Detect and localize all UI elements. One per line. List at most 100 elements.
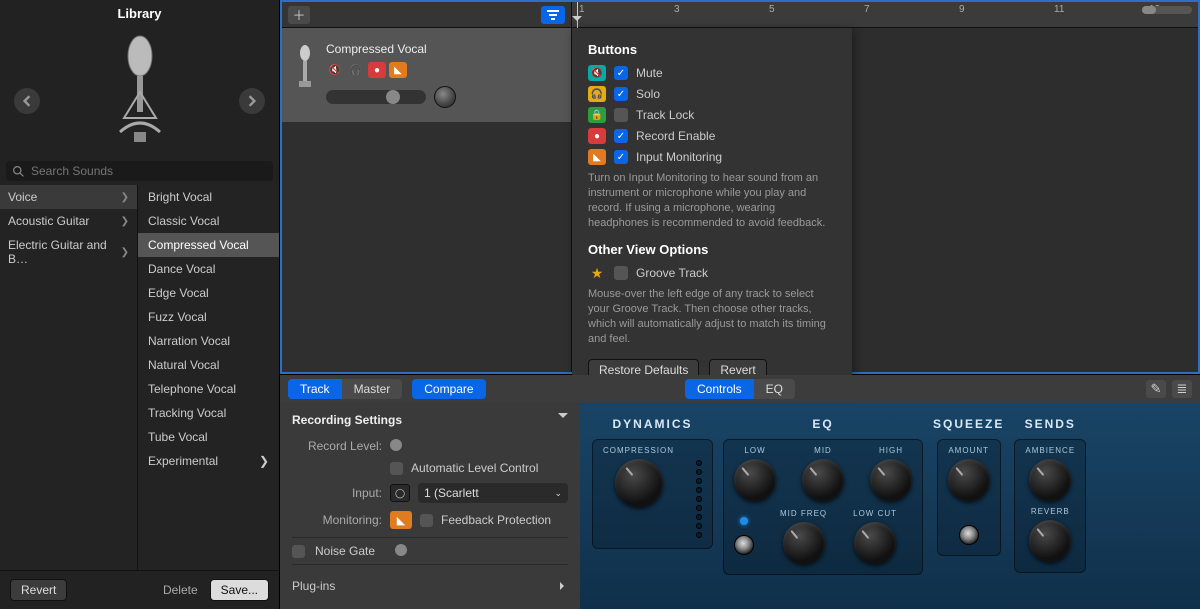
noise-gate-slider[interactable] xyxy=(395,544,407,556)
mute-checkbox[interactable]: ✓ xyxy=(614,66,628,80)
preset-item[interactable]: Tracking Vocal xyxy=(138,401,279,425)
noise-gate-checkbox[interactable] xyxy=(292,545,305,558)
preset-list: Bright Vocal Classic Vocal Compressed Vo… xyxy=(138,185,279,570)
compression-meter xyxy=(696,446,702,538)
squeeze-title: SQUEEZE xyxy=(933,417,1004,431)
record-level-slider[interactable] xyxy=(390,439,402,451)
preset-item[interactable]: Dance Vocal xyxy=(138,257,279,281)
preset-item[interactable]: Natural Vocal xyxy=(138,353,279,377)
compression-label: COMPRESSION xyxy=(603,446,674,455)
pan-knob[interactable] xyxy=(434,86,456,108)
tab-track[interactable]: Track xyxy=(288,379,342,399)
auto-level-checkbox[interactable] xyxy=(390,462,403,475)
eq-high-knob[interactable] xyxy=(870,459,912,501)
groove-help-text: Mouse-over the left edge of any track to… xyxy=(588,287,836,346)
chevron-right-icon: ❯ xyxy=(259,454,269,468)
solo-checkbox[interactable]: ✓ xyxy=(614,87,628,101)
chevron-right-icon[interactable] xyxy=(560,582,568,590)
monitoring-toggle[interactable]: ◣ xyxy=(390,511,412,529)
volume-slider[interactable] xyxy=(326,90,426,104)
ruler-tick: 3 xyxy=(672,2,680,27)
input-monitoring-label: Input Monitoring xyxy=(636,150,722,164)
ruler[interactable]: 1 3 5 7 9 11 13 xyxy=(572,2,1198,28)
ambience-knob[interactable] xyxy=(1029,459,1071,501)
record-enable-label: Record Enable xyxy=(636,129,715,143)
library-back-button[interactable] xyxy=(14,88,40,114)
record-enable-checkbox[interactable]: ✓ xyxy=(614,129,628,143)
squeeze-amount-knob[interactable] xyxy=(948,459,990,501)
tab-master[interactable]: Master xyxy=(342,379,403,399)
list-icon[interactable]: ≣ xyxy=(1172,380,1192,398)
chevron-down-icon[interactable] xyxy=(558,413,568,423)
eq-mid-knob[interactable] xyxy=(802,459,844,501)
eq-low-knob[interactable] xyxy=(734,459,776,501)
input-select[interactable]: 1 (Scarlett⌄ xyxy=(418,483,568,503)
solo-icon: 🎧 xyxy=(588,86,606,102)
tab-controls[interactable]: Controls xyxy=(685,379,754,399)
plugins-label: Plug-ins xyxy=(292,579,335,593)
feedback-protection-checkbox[interactable] xyxy=(420,514,433,527)
compare-button[interactable]: Compare xyxy=(412,379,485,399)
preset-item[interactable]: Narration Vocal xyxy=(138,329,279,353)
inspector: Track Master Compare Controls EQ ✎ ≣ Rec… xyxy=(280,374,1200,609)
feedback-protection-label: Feedback Protection xyxy=(441,513,551,527)
buttons-heading: Buttons xyxy=(588,42,836,57)
preset-item[interactable]: Edge Vocal xyxy=(138,281,279,305)
recording-settings-heading: Recording Settings xyxy=(292,413,402,427)
preset-item[interactable]: Compressed Vocal xyxy=(138,233,279,257)
solo-label: Solo xyxy=(636,87,660,101)
dynamics-title: DYNAMICS xyxy=(613,417,693,431)
library-save-button[interactable]: Save... xyxy=(210,579,269,601)
track-mute-button[interactable]: 🔇 xyxy=(326,62,344,78)
squeeze-jack-icon xyxy=(959,525,979,545)
track-lock-checkbox[interactable] xyxy=(614,108,628,122)
search-field[interactable] xyxy=(31,164,267,178)
library-delete-button[interactable]: Delete xyxy=(155,580,206,600)
search-input[interactable] xyxy=(6,161,273,181)
add-track-button[interactable]: ＋ xyxy=(288,6,310,24)
track-instrument-icon xyxy=(292,42,318,92)
reverb-knob[interactable] xyxy=(1029,520,1071,562)
eq-lowcut-knob[interactable] xyxy=(854,522,896,564)
library-forward-button[interactable] xyxy=(239,88,265,114)
category-item[interactable]: Electric Guitar and B…❯ xyxy=(0,233,137,271)
track-record-button[interactable]: ● xyxy=(368,62,386,78)
preset-item[interactable]: Telephone Vocal xyxy=(138,377,279,401)
star-icon: ★ xyxy=(588,265,606,281)
input-label: Input: xyxy=(292,486,382,500)
input-monitoring-checkbox[interactable]: ✓ xyxy=(614,150,628,164)
monitoring-help-text: Turn on Input Monitoring to hear sound f… xyxy=(588,171,836,230)
eq-on-led[interactable] xyxy=(740,517,748,525)
pencil-icon[interactable]: ✎ xyxy=(1146,380,1166,398)
preset-item[interactable]: Classic Vocal xyxy=(138,209,279,233)
zoom-scroll[interactable] xyxy=(1142,6,1192,14)
timeline-area[interactable]: 1 3 5 7 9 11 13 Buttons 🔇✓Mute 🎧✓Solo 🔒T… xyxy=(572,2,1198,372)
eq-jack-icon xyxy=(734,535,754,555)
tab-eq[interactable]: EQ xyxy=(754,379,795,399)
preset-item[interactable]: Fuzz Vocal xyxy=(138,305,279,329)
ruler-tick: 5 xyxy=(767,2,775,27)
track-master-segment: Track Master xyxy=(288,379,402,399)
preset-item[interactable]: Bright Vocal xyxy=(138,185,279,209)
preset-item[interactable]: Experimental❯ xyxy=(138,449,279,473)
ruler-tick: 9 xyxy=(957,2,965,27)
groove-track-checkbox[interactable] xyxy=(614,266,628,280)
library-revert-button[interactable]: Revert xyxy=(10,579,67,601)
track-filter-button[interactable] xyxy=(541,6,565,24)
eq-midfreq-knob[interactable] xyxy=(783,522,825,564)
stereo-toggle[interactable]: ◯ xyxy=(390,484,410,502)
preset-item[interactable]: Tube Vocal xyxy=(138,425,279,449)
track-row[interactable]: Compressed Vocal 🔇 🎧 ● ◣ xyxy=(282,28,571,122)
monitor-icon: ◣ xyxy=(588,149,606,165)
record-level-label: Record Level: xyxy=(292,439,382,453)
compression-knob[interactable] xyxy=(615,459,663,507)
track-name-label: Compressed Vocal xyxy=(326,42,561,56)
track-solo-button[interactable]: 🎧 xyxy=(347,62,365,78)
category-item[interactable]: Voice❯ xyxy=(0,185,137,209)
search-icon xyxy=(12,165,25,178)
category-item[interactable]: Acoustic Guitar❯ xyxy=(0,209,137,233)
filter-icon xyxy=(546,9,560,21)
track-monitor-button[interactable]: ◣ xyxy=(389,62,407,78)
instrument-image xyxy=(0,27,279,157)
groove-track-label: Groove Track xyxy=(636,266,708,280)
